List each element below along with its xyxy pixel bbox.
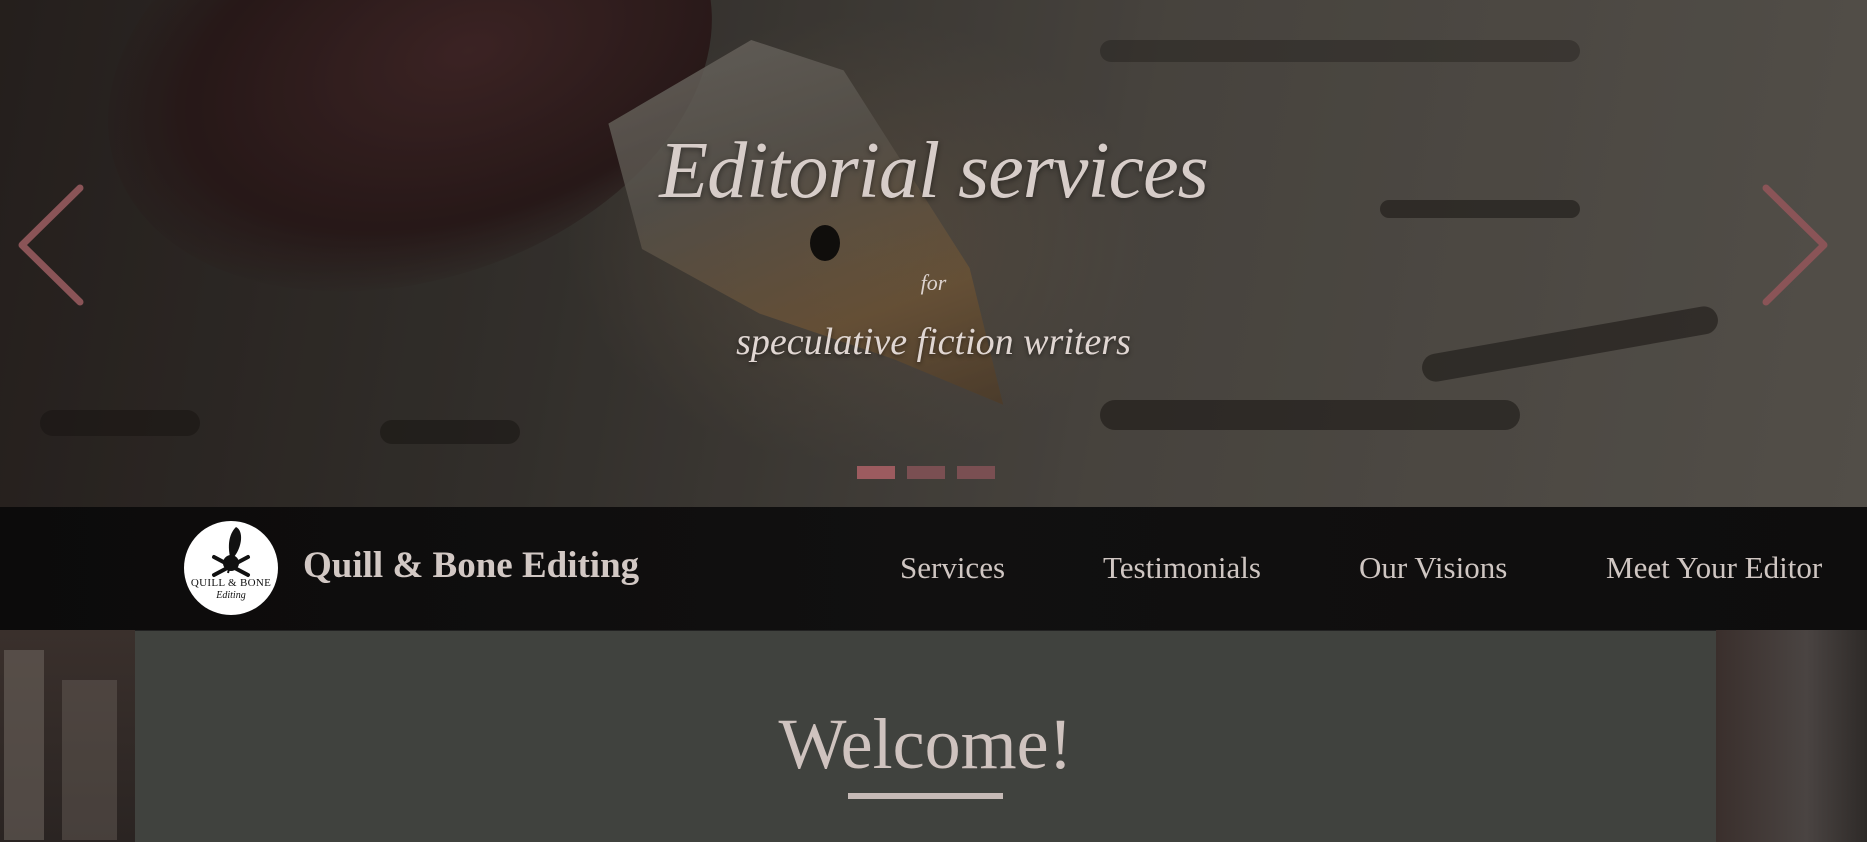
hero-overlay [0,0,1867,507]
hero-title: Editorial services [659,127,1209,215]
nav-item-our-visions[interactable]: Our Visions [1359,550,1507,586]
logo[interactable]: QUILL & BONE Editing [184,521,278,615]
book-page [62,680,117,840]
nav-item-meet-your-editor[interactable]: Meet Your Editor [1606,550,1822,586]
carousel-dot-1[interactable] [857,466,895,479]
book-page [4,650,44,840]
nav-item-testimonials[interactable]: Testimonials [1103,550,1261,586]
hero-connector: for [920,270,947,295]
carousel-prev-button[interactable] [14,180,84,310]
hero-subtitle: speculative fiction writers [736,321,1131,363]
carousel-dot-3[interactable] [957,466,995,479]
chevron-left-icon [18,184,84,306]
welcome-section: Welcome! [135,631,1716,842]
main-nav: QUILL & BONE Editing Quill & Bone Editin… [0,507,1867,631]
logo-script: Editing [216,590,246,601]
carousel-dot-2[interactable] [907,466,945,479]
heading-underline [848,793,1003,799]
background-books-right [1716,630,1867,842]
chevron-right-icon [1762,184,1828,306]
hero-carousel: Editorial services for speculative ficti… [0,0,1867,507]
background-books-left [0,630,135,842]
logo-text: QUILL & BONE [190,577,272,589]
welcome-heading: Welcome! [778,704,1073,784]
carousel-indicators [857,466,995,479]
brand-name[interactable]: Quill & Bone Editing [303,544,639,587]
carousel-next-button[interactable] [1762,180,1832,310]
skull-quill-icon [212,527,250,577]
nav-item-services[interactable]: Services [900,550,1005,586]
